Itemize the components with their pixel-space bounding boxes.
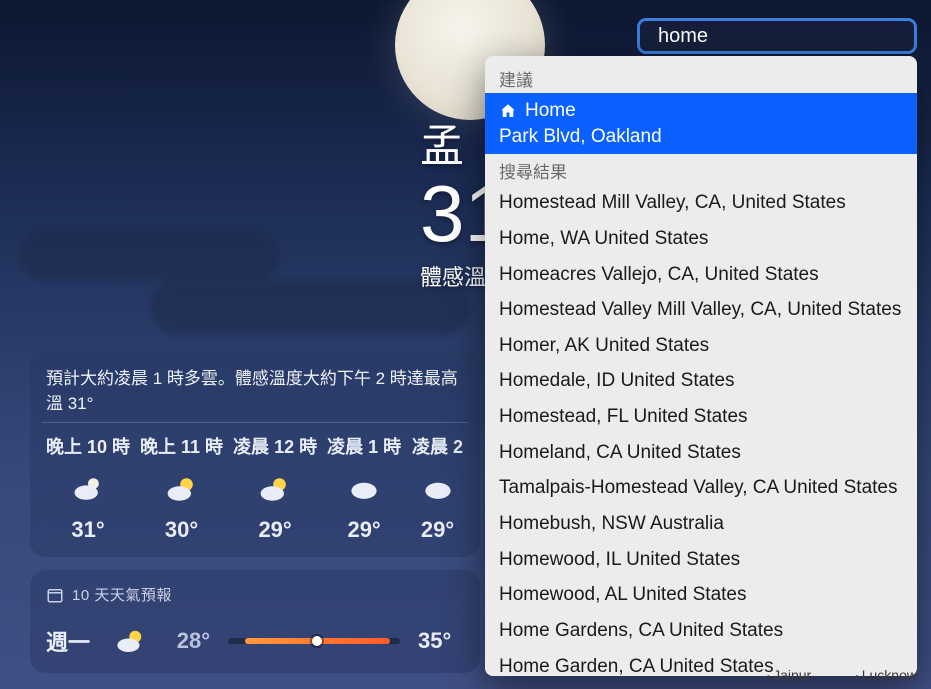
hour-column: 凌晨 12 時 29° [233, 433, 317, 543]
hour-temperature: 31° [46, 517, 130, 543]
hourly-list: 晚上 10 時31°晚上 11 時30°凌晨 12 時29°凌晨 1 時29°凌… [46, 433, 464, 543]
suggestion-subtitle: Park Blvd, Oakland [499, 124, 903, 150]
search-container [637, 18, 917, 54]
calendar-icon [46, 586, 64, 604]
search-results-dropdown: 建議 Home Park Blvd, Oakland 搜尋結果 Homestea… [485, 56, 917, 676]
hour-label: 晚上 11 時 [140, 433, 223, 459]
weather-icon [46, 469, 130, 509]
weather-icon [327, 469, 401, 509]
hour-column: 晚上 10 時 31° [46, 433, 130, 543]
search-result-item[interactable]: Homeacres Vallejo, CA, United States [485, 257, 917, 293]
hour-label: 晚上 10 時 [46, 433, 130, 459]
home-icon [499, 102, 517, 120]
tenday-header: 10 天天氣預報 [46, 584, 464, 605]
hour-column: 晚上 11 時 30° [140, 433, 223, 543]
search-result-item[interactable]: Home, WA United States [485, 221, 917, 257]
high-temp: 35° [418, 628, 464, 654]
map-label: Jaipur [767, 667, 812, 683]
suggestions-section-label: 建議 [485, 62, 917, 93]
hour-column: 凌晨 2 29° [411, 433, 464, 543]
search-result-item[interactable]: Homewood, AL United States [485, 577, 917, 613]
search-result-item[interactable]: Home Gardens, CA United States [485, 613, 917, 649]
tenday-title: 10 天天氣預報 [72, 584, 172, 605]
search-result-item[interactable]: Homebush, NSW Australia [485, 506, 917, 542]
day-label: 週一 [46, 625, 96, 657]
low-temp: 28° [166, 628, 210, 654]
hour-temperature: 29° [411, 517, 464, 543]
hour-column: 凌晨 1 時 29° [327, 433, 401, 543]
hour-temperature: 29° [233, 517, 317, 543]
hour-label: 凌晨 1 時 [327, 433, 401, 459]
temp-range-bar [228, 638, 400, 644]
map-city-labels: Jaipur Lucknow [767, 667, 917, 683]
search-result-item[interactable]: Homestead Mill Valley, CA, United States [485, 185, 917, 221]
weather-icon [233, 469, 317, 509]
cloud-graphic [20, 230, 280, 280]
search-suggestion-home[interactable]: Home Park Blvd, Oakland [485, 93, 917, 154]
weather-icon [114, 623, 148, 659]
search-result-item[interactable]: Homewood, IL United States [485, 542, 917, 578]
search-field[interactable] [637, 18, 917, 54]
weather-icon [411, 469, 464, 509]
forecast-summary: 預計大約凌晨 1 時多雲。體感溫度大約下午 2 時達最高溫 31° [46, 364, 464, 414]
hour-temperature: 29° [327, 517, 401, 543]
tenday-forecast-panel: 10 天天氣預報 週一 28° 35° [30, 570, 480, 673]
map-label: Lucknow [855, 667, 917, 683]
search-result-item[interactable]: Homer, AK United States [485, 328, 917, 364]
hour-label: 凌晨 2 [411, 433, 464, 459]
search-result-item[interactable]: Homestead, FL United States [485, 399, 917, 435]
tenday-row: 週一 28° 35° [46, 623, 464, 659]
hour-label: 凌晨 12 時 [233, 433, 317, 459]
search-result-item[interactable]: Tamalpais-Homestead Valley, CA United St… [485, 470, 917, 506]
divider [42, 422, 468, 423]
search-result-item[interactable]: Homestead Valley Mill Valley, CA, United… [485, 292, 917, 328]
suggestion-title: Home [525, 98, 576, 124]
search-result-item[interactable]: Homeland, CA United States [485, 435, 917, 471]
hour-temperature: 30° [140, 517, 223, 543]
weather-icon [140, 469, 223, 509]
hourly-forecast-panel: 預計大約凌晨 1 時多雲。體感溫度大約下午 2 時達最高溫 31° 晚上 10 … [30, 350, 480, 557]
search-input[interactable] [658, 25, 923, 48]
results-section-label: 搜尋結果 [485, 154, 917, 185]
search-result-item[interactable]: Homedale, ID United States [485, 363, 917, 399]
